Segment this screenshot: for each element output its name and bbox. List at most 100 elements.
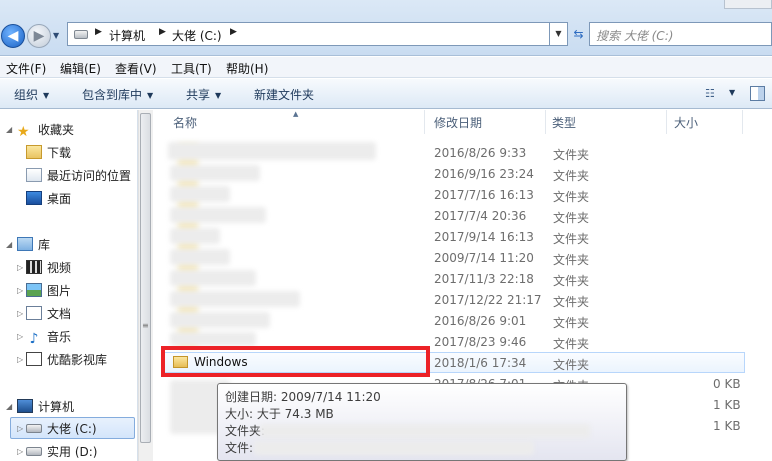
picture-icon xyxy=(26,283,42,297)
row-type: 文件夹 xyxy=(553,232,590,246)
nav-pictures[interactable]: 图片 xyxy=(26,281,71,301)
search-box[interactable]: 搜索 大佬 (C:) xyxy=(589,22,772,46)
forward-arrow-icon: ▶ xyxy=(33,28,45,44)
row-modified: 2017/7/16 16:13 xyxy=(434,188,534,202)
collapse-arrow-icon[interactable]: ◢ xyxy=(6,120,12,140)
row-size: 0 KB xyxy=(713,377,741,391)
organize-label: 组织 xyxy=(14,88,39,102)
nav-favorites[interactable]: ★ 收藏夹 xyxy=(17,120,74,140)
breadcrumb-computer[interactable]: 计算机 xyxy=(109,27,145,44)
column-header-name[interactable]: 名称 xyxy=(154,110,425,134)
drive-icon xyxy=(26,424,42,433)
chevron-down-icon: ▼ xyxy=(147,91,154,100)
nav-drive-c[interactable]: 大佬 (C:) xyxy=(26,419,97,439)
table-row[interactable]: 2009/7/14 11:20 文件夹 xyxy=(154,248,772,269)
nav-downloads[interactable]: 下载 xyxy=(26,143,71,163)
row-modified: 2017/12/22 21:17 xyxy=(434,293,542,307)
nav-videos[interactable]: 视频 xyxy=(26,258,71,278)
table-row[interactable]: 2016/8/26 9:01 文件夹 xyxy=(154,311,772,332)
row-modified: 2016/8/26 9:01 xyxy=(434,314,527,328)
expand-arrow-icon[interactable]: ▷ xyxy=(17,327,23,347)
forward-button[interactable]: ▶ xyxy=(27,24,51,48)
collapse-arrow-icon[interactable]: ◢ xyxy=(6,397,12,417)
menu-file[interactable]: 文件(F) xyxy=(6,60,46,77)
share-button[interactable]: 共享 ▼ xyxy=(186,86,221,103)
organize-button[interactable]: 组织 ▼ xyxy=(14,86,49,103)
expand-arrow-icon[interactable]: ▷ xyxy=(17,419,23,439)
nav-recent-places[interactable]: 最近访问的位置 xyxy=(26,166,131,186)
table-row[interactable]: 2017/7/4 20:36 文件夹 xyxy=(154,206,772,227)
menu-view[interactable]: 查看(V) xyxy=(115,60,157,77)
row-type: 文件夹 xyxy=(553,211,590,225)
nav-computer[interactable]: 计算机 xyxy=(17,397,74,417)
nav-libraries[interactable]: 库 xyxy=(17,235,50,255)
menu-bar: 文件(F) 编辑(E) 查看(V) 工具(T) 帮助(H) xyxy=(0,57,772,78)
menu-help[interactable]: 帮助(H) xyxy=(226,60,268,77)
column-header-modified[interactable]: 修改日期 xyxy=(426,110,546,134)
view-options-chevron-icon[interactable]: ▼ xyxy=(729,88,735,97)
nav-music[interactable]: ♪ 音乐 xyxy=(26,327,71,347)
nav-desktop-label: 桌面 xyxy=(47,192,72,206)
nav-youku-label: 优酷影视库 xyxy=(47,353,108,367)
nav-music-label: 音乐 xyxy=(47,330,72,344)
refresh-icon[interactable]: ⇆ xyxy=(570,27,587,41)
table-row[interactable]: 2016/9/16 23:24 文件夹 xyxy=(154,164,772,185)
address-history-dropdown[interactable]: ▼ xyxy=(550,22,568,46)
breadcrumb-separator-icon[interactable]: ▶ xyxy=(159,27,166,37)
nav-youku-library[interactable]: 优酷影视库 xyxy=(26,350,107,370)
recent-pages-dropdown[interactable]: ▼ xyxy=(53,30,63,42)
nav-documents[interactable]: 文档 xyxy=(26,304,71,324)
row-type: 文件夹 xyxy=(553,274,590,288)
nav-drive-d[interactable]: 实用 (D:) xyxy=(26,442,97,461)
menu-edit[interactable]: 编辑(E) xyxy=(60,60,101,77)
collapse-arrow-icon[interactable]: ◢ xyxy=(6,235,12,255)
row-size: 1 KB xyxy=(713,398,741,412)
nav-drive-d-label: 实用 (D:) xyxy=(47,445,98,459)
music-note-icon: ♪ xyxy=(29,331,39,347)
row-type: 文件夹 xyxy=(553,316,590,330)
view-details-icon[interactable]: ☷ xyxy=(705,87,723,101)
address-bar: ◀ ▶ ▼ ▶ 计算机 ▶ 大佬 (C:) ▶ ▼ ⇆ 搜索 大佬 (C:) xyxy=(0,0,772,56)
back-button[interactable]: ◀ xyxy=(1,24,25,48)
breadcrumb-drive-c[interactable]: 大佬 (C:) xyxy=(172,27,222,44)
column-header-size[interactable]: 大小 xyxy=(668,110,743,134)
new-folder-button[interactable]: 新建文件夹 xyxy=(254,86,314,103)
scroll-grip-icon: ≡ xyxy=(142,321,149,330)
row-modified: 2017/7/4 20:36 xyxy=(434,209,527,223)
downloads-folder-icon xyxy=(26,145,42,159)
include-in-library-label: 包含到库中 xyxy=(82,88,143,102)
nav-scrollbar-thumb[interactable] xyxy=(140,113,151,443)
table-row[interactable]: 2017/12/22 21:17 文件夹 xyxy=(154,290,772,311)
nav-videos-label: 视频 xyxy=(47,261,72,275)
expand-arrow-icon[interactable]: ▷ xyxy=(17,350,23,370)
window-controls[interactable] xyxy=(724,0,772,9)
row-modified: 2009/7/14 11:20 xyxy=(434,251,534,265)
expand-arrow-icon[interactable]: ▷ xyxy=(17,442,23,461)
document-icon xyxy=(26,306,42,320)
nav-favorites-label: 收藏夹 xyxy=(38,123,75,137)
preview-pane-icon[interactable] xyxy=(750,86,765,101)
expand-arrow-icon[interactable]: ▷ xyxy=(17,258,23,278)
row-modified: 2017/11/3 22:18 xyxy=(434,272,534,286)
include-in-library-button[interactable]: 包含到库中 ▼ xyxy=(82,86,153,103)
row-type: 文件夹 xyxy=(553,358,590,372)
drive-icon xyxy=(26,447,42,456)
command-toolbar: 组织 ▼ 包含到库中 ▼ 共享 ▼ 新建文件夹 ☷ ▼ xyxy=(0,79,772,109)
breadcrumb-separator-icon[interactable]: ▶ xyxy=(95,27,102,37)
table-row[interactable]: 2017/7/16 16:13 文件夹 xyxy=(154,185,772,206)
breadcrumb-separator-icon[interactable]: ▶ xyxy=(230,27,237,37)
menu-tools[interactable]: 工具(T) xyxy=(171,60,212,77)
table-row[interactable]: 2016/8/26 9:33 文件夹 xyxy=(154,143,772,164)
nav-desktop[interactable]: 桌面 xyxy=(26,189,71,209)
column-size-label: 大小 xyxy=(674,116,699,130)
column-header-type[interactable]: 类型 xyxy=(547,110,667,134)
row-type: 文件夹 xyxy=(553,295,590,309)
row-type: 文件夹 xyxy=(553,190,590,204)
library-icon xyxy=(17,237,33,251)
expand-arrow-icon[interactable]: ▷ xyxy=(17,281,23,301)
expand-arrow-icon[interactable]: ▷ xyxy=(17,304,23,324)
table-row[interactable]: 2017/9/14 16:13 文件夹 xyxy=(154,227,772,248)
address-field[interactable]: ▶ 计算机 ▶ 大佬 (C:) ▶ xyxy=(67,22,550,46)
table-row[interactable]: 2017/11/3 22:18 文件夹 xyxy=(154,269,772,290)
share-label: 共享 xyxy=(186,88,211,102)
